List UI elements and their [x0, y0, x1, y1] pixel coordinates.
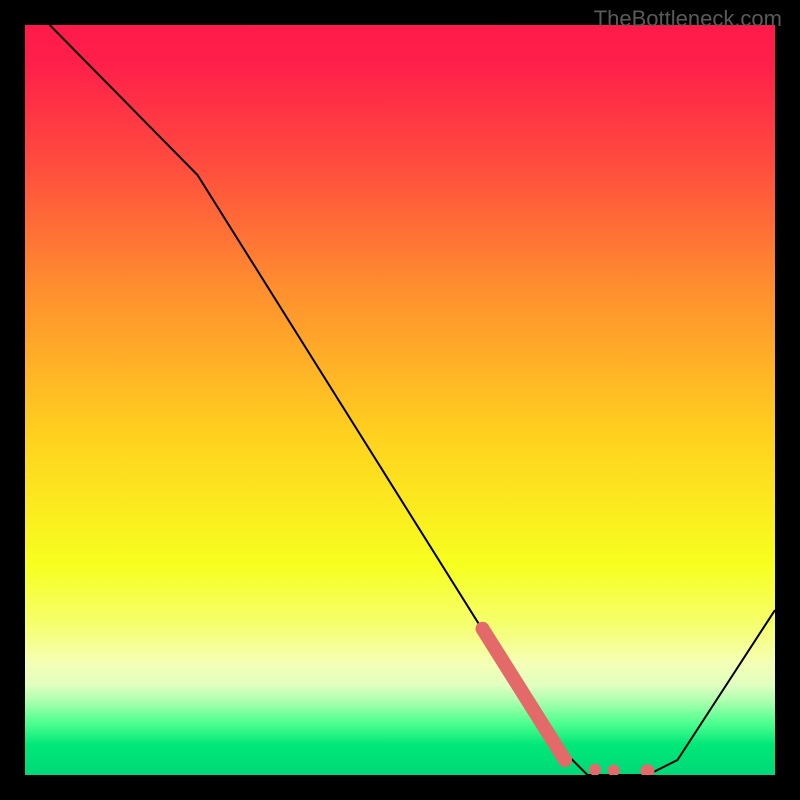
- watermark-text: TheBottleneck.com: [594, 6, 782, 32]
- highlight-dot: [641, 764, 655, 775]
- bottleneck-curve: [50, 25, 775, 775]
- highlight-segment: [483, 629, 566, 760]
- chart-overlay: [25, 25, 775, 775]
- highlight-dot: [608, 765, 620, 776]
- plot-frame: [25, 25, 775, 775]
- plot-area: [25, 25, 775, 775]
- highlight-dot: [589, 764, 601, 775]
- highlight-dot: [558, 753, 572, 767]
